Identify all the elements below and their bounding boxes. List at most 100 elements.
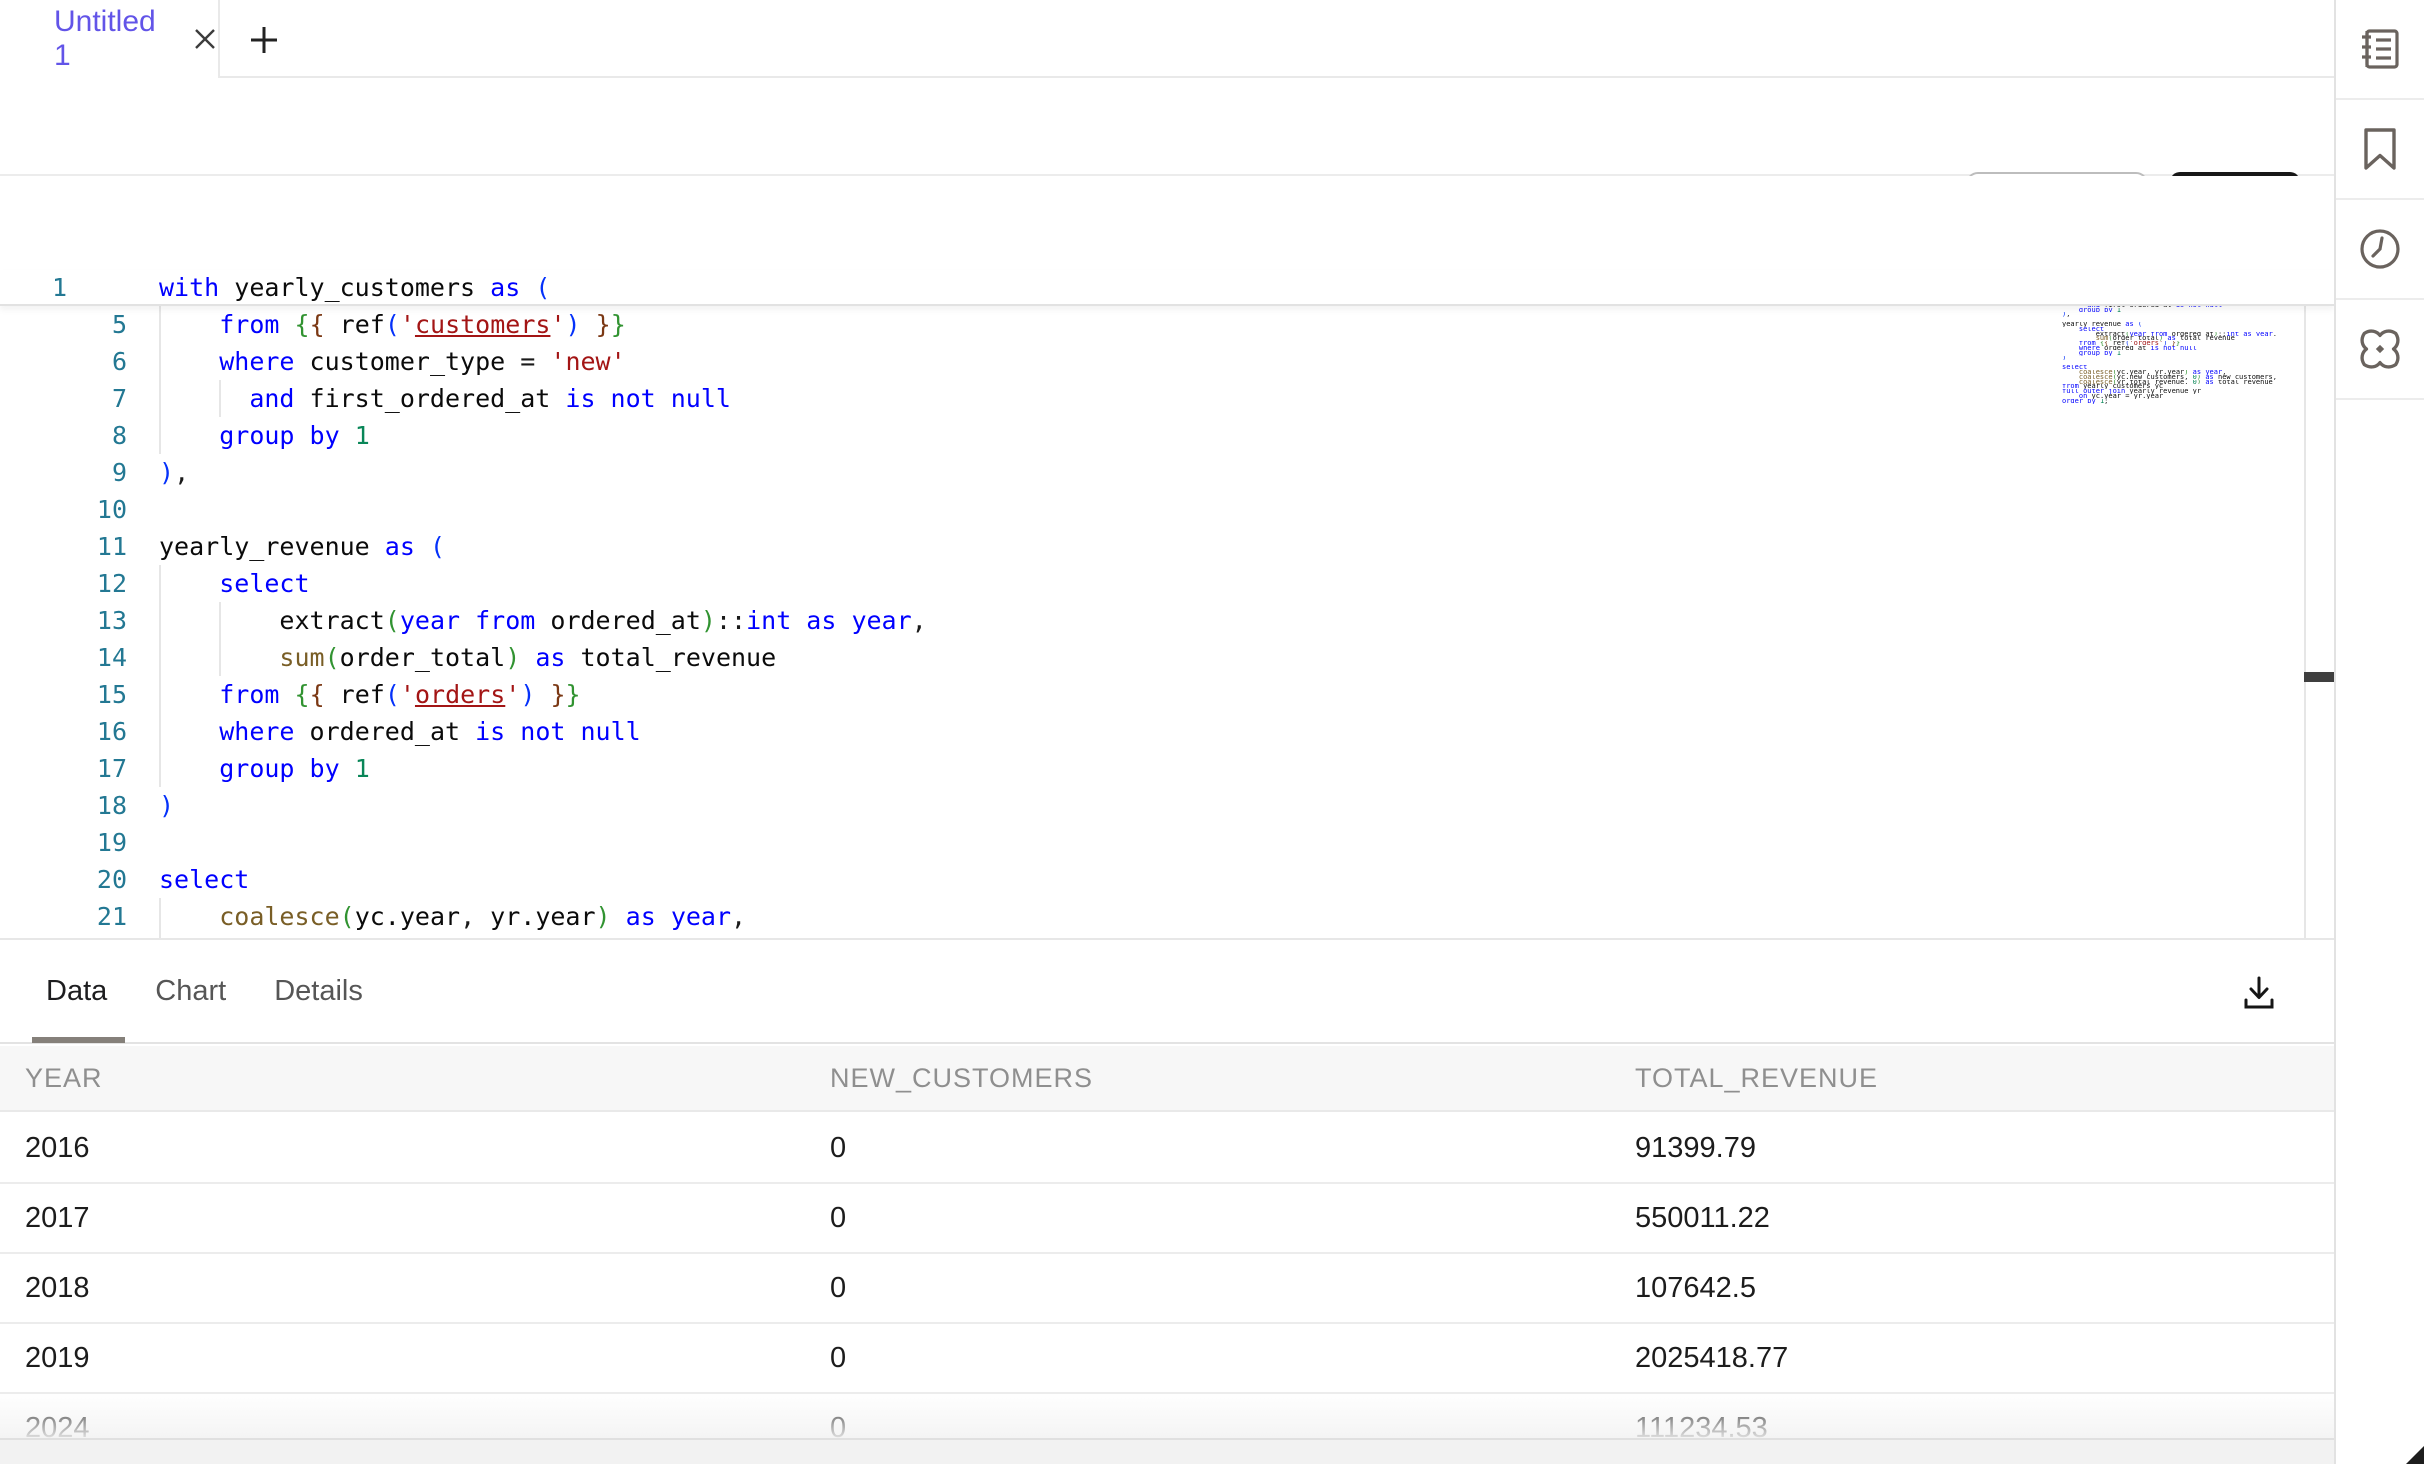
table-cell: 0 <box>830 1184 846 1252</box>
table-cell: 91399.79 <box>1635 1114 1756 1182</box>
code-line[interactable]: 6 where customer_type = 'new' <box>0 343 2334 380</box>
table-cell: 2018 <box>25 1254 90 1322</box>
column-header[interactable]: NEW_CUSTOMERS <box>830 1046 1093 1110</box>
table-cell: 2025418.77 <box>1635 1324 1788 1392</box>
editor-split-divider <box>2304 270 2306 940</box>
sidebar-item-dbt[interactable] <box>2336 300 2424 400</box>
results-tab-data[interactable]: Data <box>46 939 107 1043</box>
new-tab-button[interactable] <box>244 20 284 60</box>
code-line[interactable]: 8 group by 1 <box>0 417 2334 454</box>
line-number: 15 <box>0 676 127 713</box>
toolbar: Develop Run <box>0 78 2334 176</box>
code-text: from {{ ref('orders') }} <box>159 676 581 713</box>
line-number: 16 <box>0 713 127 750</box>
download-icon[interactable] <box>2238 972 2280 1014</box>
code-line[interactable]: 5 from {{ ref('customers') }} <box>0 306 2334 343</box>
results-tab-chart[interactable]: Chart <box>155 939 226 1043</box>
code-line[interactable]: 13 extract(year from ordered_at)::int as… <box>0 602 2334 639</box>
horizontal-scrollbar-track[interactable] <box>0 1438 2334 1464</box>
code-line[interactable]: 21 coalesce(yc.year, yr.year) as year, <box>0 898 2334 935</box>
plus-icon <box>247 23 281 57</box>
table-cell: 107642.5 <box>1635 1254 1756 1322</box>
table-row[interactable]: 2016 0 91399.79 <box>0 1114 2334 1184</box>
sticky-scroll-line: 1 with yearly_customers as ( <box>0 270 2334 306</box>
tab-title: Untitled 1 <box>54 5 174 73</box>
minimap-line: order by 1; <box>2062 399 2292 404</box>
line-number: 10 <box>0 491 127 528</box>
table-cell: 0 <box>830 1254 846 1322</box>
code-text: where ordered_at is not null <box>159 713 641 750</box>
code-text: sum(order_total) as total_revenue <box>159 639 776 676</box>
code-text: group by 1 <box>159 750 370 787</box>
line-number: 14 <box>0 639 127 676</box>
code-line[interactable]: 15 from {{ ref('orders') }} <box>0 676 2334 713</box>
code-text: coalesce(yc.year, yr.year) as year, <box>159 898 746 935</box>
indent-guide <box>219 380 221 417</box>
line-number: 17 <box>0 750 127 787</box>
indent-guide <box>219 602 221 676</box>
code-line[interactable]: 9), <box>0 454 2334 491</box>
code-line[interactable]: 11 yearly_revenue as ( <box>0 528 2334 565</box>
code-text: ) <box>159 787 174 824</box>
history-clock-icon <box>2357 226 2403 272</box>
code-line[interactable]: 18) <box>0 787 2334 824</box>
code-line[interactable]: 19 <box>0 824 2334 861</box>
line-number: 21 <box>0 898 127 935</box>
code-line[interactable]: 10 <box>0 491 2334 528</box>
column-header[interactable]: YEAR <box>25 1046 103 1110</box>
sidebar-item-bookmarks[interactable] <box>2336 100 2424 200</box>
table-cell: 550011.22 <box>1635 1184 1770 1252</box>
table-row[interactable]: 201902025418.77 <box>0 1324 2334 1394</box>
code-text: select <box>159 861 249 898</box>
sql-ide-window: Untitled 1 Develop Run <box>0 0 2424 1464</box>
split-drag-handle[interactable] <box>2304 672 2334 682</box>
notebook-icon <box>2357 26 2403 72</box>
table-body: 2016091399.7920170550011.2220180107642.5… <box>0 1114 2334 1464</box>
line-number: 11 <box>0 528 127 565</box>
tab-bar: Untitled 1 <box>0 0 2334 78</box>
table-row[interactable]: 2018 0 107642.5 <box>0 1254 2334 1324</box>
line-number: 12 <box>0 565 127 602</box>
table-cell: 0 <box>830 1114 846 1182</box>
code-text: and first_ordered_at is not null <box>159 380 731 417</box>
code-text: yearly_revenue as ( <box>159 528 445 565</box>
indent-guide <box>159 306 161 454</box>
sidebar-item-notebook[interactable] <box>2336 0 2424 100</box>
table-cell: 2016 <box>25 1114 90 1182</box>
code-text: where customer_type = 'new' <box>159 343 626 380</box>
table-row[interactable]: 20170550011.22 <box>0 1184 2334 1254</box>
dbt-logo-icon <box>2356 325 2404 373</box>
line-number: 20 <box>0 861 127 898</box>
results-tab-details[interactable]: Details <box>274 939 363 1043</box>
code-line[interactable]: 12 select <box>0 565 2334 602</box>
table-cell: 2019 <box>25 1324 90 1392</box>
code-line[interactable]: 14 sum(order_total) as total_revenue <box>0 639 2334 676</box>
code-text: ), <box>159 454 189 491</box>
code-line[interactable]: 17 group by 1 <box>0 750 2334 787</box>
code-editor[interactable]: 5 from {{ ref('customers') }}6 where cus… <box>0 176 2334 940</box>
code-line[interactable]: 7 and first_ordered_at is not null <box>0 380 2334 417</box>
code-text: group by 1 <box>159 417 370 454</box>
line-number: 9 <box>0 454 127 491</box>
column-header[interactable]: TOTAL_REVENUE <box>1635 1046 1878 1110</box>
line-number: 13 <box>0 602 127 639</box>
code-text: from {{ ref('customers') }} <box>159 306 626 343</box>
close-icon[interactable] <box>192 26 218 52</box>
code-text: select <box>159 565 310 602</box>
sidebar-item-history[interactable] <box>2336 200 2424 300</box>
line-number: 8 <box>0 417 127 454</box>
bookmark-icon <box>2359 126 2401 172</box>
right-sidebar <box>2334 0 2424 1464</box>
code-line[interactable]: 20 select <box>0 861 2334 898</box>
tab-untitled-1[interactable]: Untitled 1 <box>0 0 220 78</box>
code-text: extract(year from ordered_at)::int as ye… <box>159 602 927 639</box>
sticky-line-number: 1 <box>52 270 67 306</box>
indent-guide <box>159 565 161 787</box>
line-number: 18 <box>0 787 127 824</box>
indent-guide <box>159 898 161 940</box>
sticky-line-code: with yearly_customers as ( <box>159 270 550 306</box>
results-tab-bar: Data Chart Details <box>0 940 2334 1044</box>
table-header-row: YEAR NEW_CUSTOMERS TOTAL_REVENUE <box>0 1046 2334 1112</box>
window-resize-grip[interactable] <box>2406 1446 2424 1464</box>
code-line[interactable]: 16 where ordered_at is not null <box>0 713 2334 750</box>
